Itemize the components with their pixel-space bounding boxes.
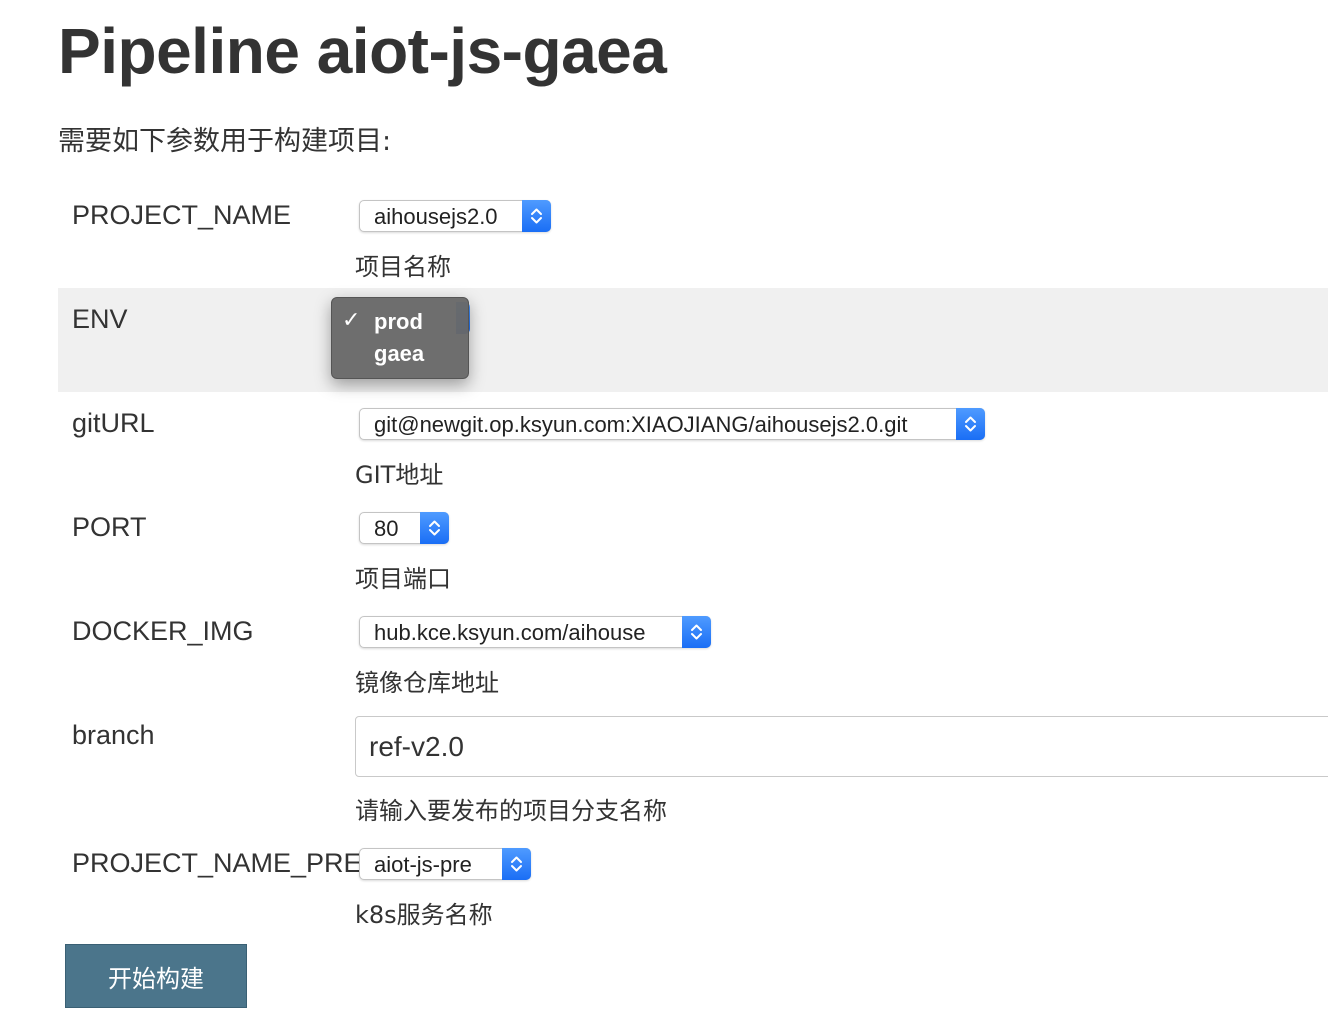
select-value: 80	[374, 516, 399, 541]
param-label: ENV	[72, 304, 128, 334]
env-option-prod[interactable]: ✓ prod	[332, 306, 468, 338]
param-row-project-name: PROJECT_NAME aihousejs2.0 项目名称	[58, 184, 1328, 288]
param-row-project-name-pre: PROJECT_NAME_PRE aiot-js-pre k8s服务名称	[58, 832, 1328, 936]
param-label: PORT	[72, 512, 147, 542]
param-row-env: ENV	[58, 288, 1328, 392]
select-value: aihousejs2.0	[374, 204, 498, 229]
param-row-port: PORT 80 项目端口	[58, 496, 1328, 600]
option-label: gaea	[374, 341, 425, 366]
select-value: hub.kce.ksyun.com/aihouse	[374, 620, 646, 645]
up-down-chevron-icon	[682, 616, 711, 648]
up-down-chevron-icon	[522, 200, 551, 232]
param-label: PROJECT_NAME_PRE	[72, 848, 362, 878]
param-description: 请输入要发布的项目分支名称	[355, 797, 667, 825]
param-label: gitURL	[72, 408, 155, 438]
project-name-pre-select[interactable]: aiot-js-pre	[359, 848, 531, 880]
git-url-select[interactable]: git@newgit.op.ksyun.com:XIAOJIANG/aihous…	[359, 408, 985, 440]
intro-text: 需要如下参数用于构建项目:	[58, 126, 392, 157]
param-label: PROJECT_NAME	[72, 200, 292, 230]
param-label: DOCKER_IMG	[72, 616, 254, 646]
port-select[interactable]: 80	[359, 512, 449, 544]
param-row-git-url: gitURL git@newgit.op.ksyun.com:XIAOJIANG…	[58, 392, 1328, 496]
param-description: k8s服务名称	[355, 901, 493, 929]
select-value: aiot-js-pre	[374, 852, 472, 877]
env-option-gaea[interactable]: gaea	[332, 338, 468, 370]
start-build-button[interactable]: 开始构建	[65, 944, 247, 1008]
param-description: 项目名称	[355, 253, 451, 281]
param-label: branch	[72, 720, 155, 750]
branch-input[interactable]	[355, 716, 1328, 777]
select-value: git@newgit.op.ksyun.com:XIAOJIANG/aihous…	[374, 412, 908, 437]
param-row-docker-img: DOCKER_IMG hub.kce.ksyun.com/aihouse 镜像仓…	[58, 600, 1328, 704]
checkmark-icon: ✓	[342, 308, 361, 333]
docker-img-select[interactable]: hub.kce.ksyun.com/aihouse	[359, 616, 711, 648]
page-title: Pipeline aiot-js-gaea	[58, 15, 667, 87]
project-name-select[interactable]: aihousejs2.0	[359, 200, 551, 232]
param-description: GIT地址	[355, 461, 444, 489]
env-dropdown-menu: ✓ prod gaea	[331, 297, 469, 379]
option-label: prod	[374, 309, 423, 334]
param-row-branch: branch 请输入要发布的项目分支名称	[58, 716, 1328, 832]
param-description: 镜像仓库地址	[355, 669, 499, 697]
up-down-chevron-icon	[502, 848, 531, 880]
up-down-chevron-icon	[956, 408, 985, 440]
up-down-chevron-icon	[420, 512, 449, 544]
param-description: 项目端口	[355, 565, 451, 593]
